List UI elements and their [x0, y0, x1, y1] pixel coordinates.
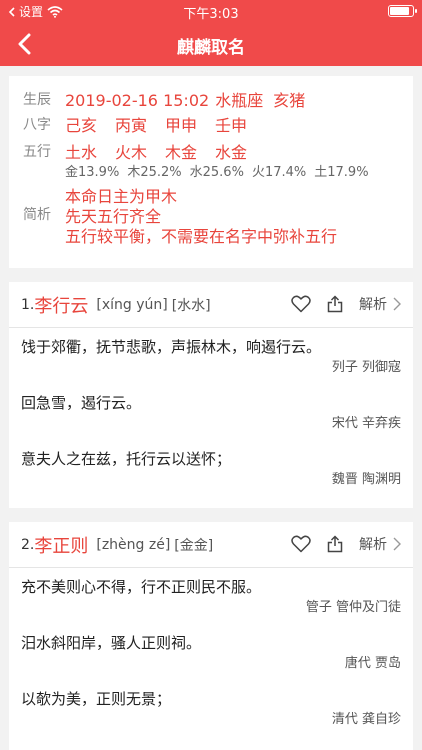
wuxing-percentages: 金13.9% 木25.2% 水25.6% 火17.4% 土17.9%	[23, 163, 399, 183]
explain-label: 解析	[359, 297, 387, 313]
nav-bar: 麒麟取名	[0, 22, 422, 66]
bazi-month: 丙寅	[115, 116, 148, 135]
pct-mu: 木25.2%	[127, 165, 182, 180]
wuxing-year: 土水	[65, 143, 98, 162]
name-index: 1.	[21, 296, 35, 313]
poem-line: 饯于郊衢，抚节悲歌，声振林木，响遏行云。	[21, 338, 322, 356]
poem-author: 列子 列御寇	[331, 360, 401, 375]
explain-button[interactable]: 解析	[359, 534, 401, 554]
poem-author: 宋代 辛弃疾	[331, 416, 401, 431]
name-pinyin: [zhèng zé]	[96, 536, 171, 553]
wuxing-day: 木金	[165, 143, 198, 162]
share-icon[interactable]	[327, 535, 343, 553]
bazi-label: 八字	[23, 117, 51, 133]
name-text: 李行云	[34, 295, 89, 317]
jianxi-row: 简析 本命日主为甲木 先天五行齐全 五行较平衡，不需要在名字中弥补五行	[23, 187, 399, 247]
jianxi-value: 本命日主为甲木 先天五行齐全 五行较平衡，不需要在名字中弥补五行	[65, 187, 337, 247]
name-header: 1. 李行云 [xíng yún] [水水] 解析	[9, 282, 413, 328]
wuxing-value: 土水 火木 木金 水金	[65, 140, 265, 165]
jianxi-label: 简析	[23, 207, 51, 223]
page-title: 麒麟取名	[177, 38, 245, 58]
name-tools: 解析	[291, 534, 401, 554]
bazi-row: 八字 己亥 丙寅 甲申 壬申	[23, 113, 399, 138]
name-pinyin: [xíng yún]	[96, 296, 168, 313]
poem-line: 回急雪，遏行云。	[21, 394, 142, 412]
zodiac-sign: 水瓶座	[215, 91, 264, 110]
poem-author: 管子 管仲及门徒	[305, 600, 401, 615]
name-header: 2. 李正则 [zhèng zé] [金金] 解析	[9, 522, 413, 568]
name-element: [金金]	[174, 537, 214, 554]
name-tools: 解析	[291, 294, 401, 314]
heart-icon[interactable]	[291, 535, 311, 553]
shengchen-row: 生辰 2019-02-16 15:02 水瓶座 亥猪	[23, 88, 399, 113]
poem-author: 清代 龚自珍	[331, 712, 401, 727]
shengchen-value: 2019-02-16 15:02 水瓶座 亥猪	[65, 88, 323, 113]
heart-icon[interactable]	[291, 295, 311, 313]
poem-line: 以欹为美，正则无景；	[21, 690, 172, 708]
birth-datetime: 2019-02-16 15:02	[65, 91, 210, 110]
pct-huo: 火17.4%	[251, 165, 307, 180]
wuxing-row: 五行 土水 火木 木金 水金	[23, 140, 399, 165]
bazi-hour: 壬申	[215, 116, 248, 135]
shengchen-label: 生辰	[23, 92, 51, 108]
poem-author: 魏晋 陶渊明	[331, 472, 401, 487]
name-text: 李正则	[34, 535, 89, 557]
battery-fill	[390, 7, 409, 15]
status-bar: 设置 下午3:03	[0, 0, 422, 22]
bazi-value: 己亥 丙寅 甲申 壬申	[65, 113, 265, 138]
battery-icon	[388, 5, 417, 17]
bazi-day: 甲申	[165, 116, 198, 135]
chinese-zodiac: 亥猪	[273, 91, 306, 110]
bazi-year: 己亥	[65, 116, 98, 135]
wuxing-month: 火木	[115, 143, 148, 162]
jianxi-line: 本命日主为甲木	[65, 187, 178, 206]
poem-list: 充不美则心不得，行不正则民不服。 管子 管仲及门徒 汨水斜阳岸，骚人正则祠。 唐…	[9, 568, 413, 736]
chevron-right-icon	[393, 537, 401, 551]
status-time: 下午3:03	[183, 7, 239, 22]
jianxi-line: 五行较平衡，不需要在名字中弥补五行	[65, 227, 338, 246]
poem-line: 汨水斜阳岸，骚人正则祠。	[21, 634, 202, 652]
pct-shui: 水25.6%	[189, 165, 244, 180]
poem-author: 唐代 贾岛	[344, 656, 401, 671]
chevron-right-icon	[393, 297, 401, 311]
explain-label: 解析	[359, 537, 387, 553]
birth-info-card: 生辰 2019-02-16 15:02 水瓶座 亥猪 八字 己亥 丙寅 甲申 壬申 五行 …	[9, 76, 413, 268]
wuxing-label: 五行	[23, 144, 51, 160]
name-card-1[interactable]: 1. 李行云 [xíng yún] [水水] 解析 饯于郊衢，抚节悲歌，声振林木…	[9, 282, 413, 508]
name-element: [水水]	[171, 297, 211, 314]
wuxing-hour: 水金	[215, 143, 248, 162]
jianxi-line: 先天五行齐全	[65, 207, 162, 226]
share-icon[interactable]	[327, 295, 343, 313]
poem-line: 意夫人之在兹，托行云以送怀；	[21, 450, 232, 468]
name-card-2[interactable]: 2. 李正则 [zhèng zé] [金金] 解析 充不美则心不得，行不正则民不…	[9, 522, 413, 750]
explain-button[interactable]: 解析	[359, 294, 401, 314]
pct-jin: 金13.9%	[65, 165, 120, 180]
name-index: 2.	[21, 536, 35, 553]
poem-list: 饯于郊衢，抚节悲歌，声振林木，响遏行云。 列子 列御寇 回急雪，遏行云。 宋代 …	[9, 328, 413, 496]
pct-tu: 土17.9%	[314, 165, 369, 180]
poem-line: 充不美则心不得，行不正则民不服。	[21, 578, 262, 596]
